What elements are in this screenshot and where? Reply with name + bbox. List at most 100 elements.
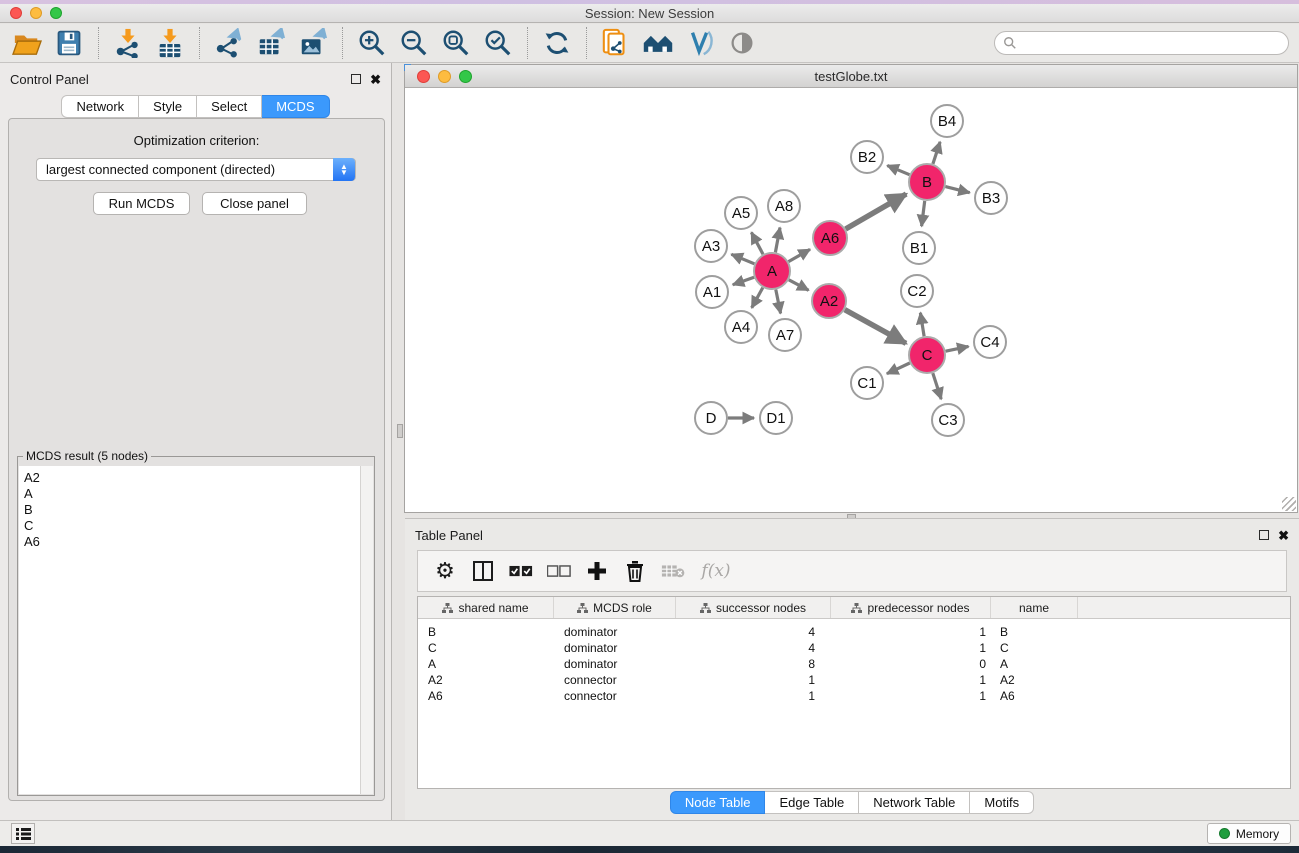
graph-edge-A-A4[interactable] [752, 288, 763, 308]
node-table[interactable]: shared name MCDS role successor nodes pr… [417, 596, 1291, 789]
search-input[interactable] [1022, 36, 1288, 50]
zoom-out-button[interactable] [397, 27, 431, 59]
graph-edge-A-A6[interactable] [789, 249, 811, 261]
tab-network-table[interactable]: Network Table [859, 791, 970, 814]
column-header-predecessor-nodes[interactable]: predecessor nodes [831, 597, 991, 618]
eye-icon [727, 31, 757, 55]
graph-edge-A-A5[interactable] [751, 232, 763, 254]
select-columns-button[interactable] [468, 556, 498, 586]
graph-node-label-B2: B2 [858, 149, 876, 166]
result-item[interactable]: A [24, 486, 360, 502]
export-table-button[interactable] [254, 27, 288, 59]
function-builder-button[interactable]: f(x) [696, 556, 736, 586]
network-window-title: testGlobe.txt [405, 69, 1297, 84]
deselect-all-button[interactable] [544, 556, 574, 586]
table-settings-button[interactable]: ⚙ [430, 556, 460, 586]
graph-node-label-A2: A2 [820, 293, 838, 310]
table-panel-tabs: Node Table Edge Table Network Table Moti… [670, 791, 1034, 814]
export-image-button[interactable] [296, 27, 330, 59]
add-column-button[interactable] [582, 556, 612, 586]
delete-column-button[interactable] [620, 556, 650, 586]
clone-network-button[interactable] [599, 27, 633, 59]
network-canvas[interactable]: AA1A2A3A4A5A6A7A8BB1B2B3B4CC1C2C3C4DD1 [405, 88, 1297, 512]
import-table-button[interactable] [153, 27, 187, 59]
graph-edge-A-A3[interactable] [731, 254, 754, 263]
graph-node-label-C1: C1 [857, 375, 876, 392]
network-window-titlebar[interactable]: testGlobe.txt [405, 65, 1297, 88]
table-row[interactable]: C dominator 4 1 C [418, 640, 1290, 656]
graph-edge-A-A1[interactable] [733, 277, 754, 284]
result-item[interactable]: B [24, 502, 360, 518]
table-panel-header: Table Panel ✖ [405, 519, 1299, 551]
graph-edge-A6-B[interactable] [846, 194, 907, 229]
panel-list-button[interactable] [11, 823, 35, 844]
criterion-dropdown[interactable]: largest connected component (directed) ▲… [36, 158, 356, 181]
float-panel-icon[interactable] [351, 74, 361, 84]
table-row[interactable]: A6 connector 1 1 A6 [418, 688, 1290, 704]
graph-edge-C-C3[interactable] [933, 373, 941, 399]
table-row[interactable]: B dominator 4 1 B [418, 624, 1290, 640]
table-panel-title: Table Panel [415, 528, 483, 543]
close-panel-icon[interactable]: ✖ [1278, 529, 1289, 542]
column-header-successor-nodes[interactable]: successor nodes [676, 597, 831, 618]
result-item[interactable]: C [24, 518, 360, 534]
apply-layout-button[interactable] [540, 27, 574, 59]
tab-select[interactable]: Select [197, 95, 262, 118]
window-resize-grip[interactable] [1282, 497, 1296, 511]
export-network-button[interactable] [212, 27, 246, 59]
graph-edge-B-B2[interactable] [887, 166, 909, 175]
close-panel-button[interactable]: Close panel [202, 192, 307, 215]
tab-edge-table[interactable]: Edge Table [765, 791, 859, 814]
toolbar-separator [586, 27, 587, 59]
result-item[interactable]: A6 [24, 534, 360, 550]
memory-label: Memory [1236, 827, 1279, 841]
graph-edge-C-C2[interactable] [920, 313, 924, 337]
open-session-button[interactable] [10, 27, 44, 59]
table-row[interactable]: A dominator 8 0 A [418, 656, 1290, 672]
zoom-in-button[interactable] [355, 27, 389, 59]
tab-network[interactable]: Network [61, 95, 139, 118]
tab-node-table[interactable]: Node Table [670, 791, 766, 814]
save-session-button[interactable] [52, 27, 86, 59]
zoom-selected-button[interactable] [481, 27, 515, 59]
graphics-details-button[interactable] [725, 27, 759, 59]
column-header-name[interactable]: name [991, 597, 1078, 618]
graph-node-label-A7: A7 [776, 327, 794, 344]
graph-svg[interactable]: AA1A2A3A4A5A6A7A8BB1B2B3B4CC1C2C3C4DD1 [405, 88, 1297, 512]
close-panel-icon[interactable]: ✖ [370, 73, 381, 86]
graph-edge-B-B1[interactable] [922, 201, 925, 226]
memory-button[interactable]: Memory [1207, 823, 1291, 844]
graph-edge-A-A8[interactable] [775, 228, 780, 253]
run-mcds-button[interactable]: Run MCDS [93, 192, 190, 215]
criterion-value: largest connected component (directed) [46, 162, 275, 177]
graph-edge-A2-C[interactable] [845, 310, 906, 344]
graph-edge-C-C1[interactable] [887, 363, 910, 374]
column-header-shared-name[interactable]: shared name [418, 597, 554, 618]
graph-edge-B-B3[interactable] [945, 187, 969, 193]
graph-edge-B-B4[interactable] [933, 142, 940, 164]
graph-edge-C-C4[interactable] [946, 346, 969, 351]
zoom-selected-icon [483, 28, 513, 58]
select-all-button[interactable] [506, 556, 536, 586]
column-header-mcds-role[interactable]: MCDS role [554, 597, 676, 618]
mcds-result-list[interactable]: A2 A B C A6 [19, 466, 360, 794]
tab-motifs[interactable]: Motifs [970, 791, 1034, 814]
export-image-icon [298, 28, 328, 58]
delete-table-button[interactable] [658, 556, 688, 586]
tab-style[interactable]: Style [139, 95, 197, 118]
zoom-fit-button[interactable] [439, 27, 473, 59]
show-hide-panels-button[interactable] [641, 27, 675, 59]
result-item[interactable]: A2 [24, 470, 360, 486]
graph-edge-A-A2[interactable] [789, 280, 809, 291]
splitter-grip[interactable] [397, 424, 403, 438]
result-scrollbar[interactable] [360, 466, 373, 794]
float-panel-icon[interactable] [1259, 530, 1269, 540]
control-panel-header: Control Panel ✖ [0, 63, 391, 95]
table-row[interactable]: A2 connector 1 1 A2 [418, 672, 1290, 688]
vizmapper-button[interactable] [683, 27, 717, 59]
tab-mcds[interactable]: MCDS [262, 95, 329, 118]
search-box[interactable] [994, 31, 1289, 55]
tree-icon [851, 603, 862, 613]
graph-edge-A-A7[interactable] [776, 290, 781, 314]
import-network-button[interactable] [111, 27, 145, 59]
